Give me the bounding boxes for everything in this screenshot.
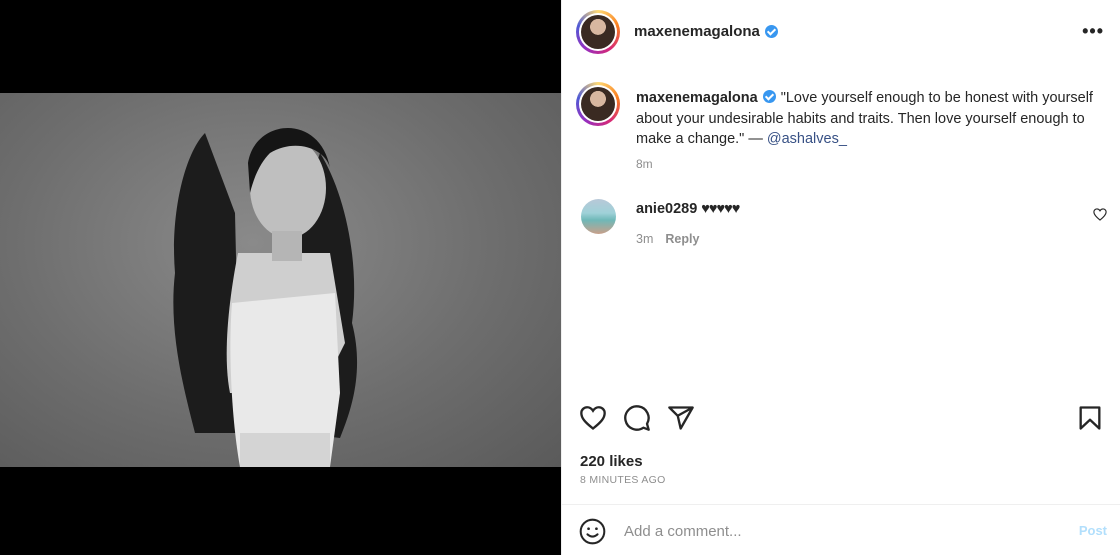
reply-button[interactable]: Reply: [665, 232, 699, 246]
comment-text: ♥♥♥♥♥: [701, 201, 740, 217]
post-caption: maxenemagalona "Love yourself enough to b…: [636, 88, 1096, 150]
post-media-pane: [0, 0, 561, 555]
caption-timestamp: 8m: [636, 157, 653, 171]
save-bookmark-icon[interactable]: [1076, 404, 1106, 434]
caption-mention-link[interactable]: @ashalves_: [767, 131, 847, 147]
portrait-image: [173, 128, 358, 467]
post-actions: [579, 404, 1106, 434]
comment-input[interactable]: [624, 520, 1044, 542]
comment-meta: 3m Reply: [636, 232, 699, 246]
comment-like-icon[interactable]: [1093, 208, 1107, 224]
author-username[interactable]: maxenemagalona: [634, 23, 760, 40]
more-options-icon[interactable]: •••: [1082, 22, 1104, 40]
share-icon[interactable]: [667, 404, 697, 434]
author-header: maxenemagalona: [634, 23, 778, 40]
post-timestamp: 8 MINUTES AGO: [580, 474, 666, 486]
caption-username[interactable]: maxenemagalona: [636, 90, 758, 106]
comment-username[interactable]: anie0289: [636, 201, 697, 217]
post-sidebar: maxenemagalona ••• maxenemagalona "Love y…: [561, 0, 1120, 555]
post-comment-button[interactable]: Post: [1079, 523, 1107, 538]
add-comment-bar: Post: [562, 504, 1120, 555]
verified-badge-icon: [762, 90, 776, 103]
comment: anie0289 ♥♥♥♥♥: [636, 201, 740, 217]
post-photo[interactable]: [0, 93, 561, 467]
caption-author-avatar[interactable]: [576, 82, 620, 126]
likes-count[interactable]: 220 likes: [580, 453, 643, 470]
commenter-avatar[interactable]: [581, 199, 616, 234]
like-icon[interactable]: [579, 404, 609, 434]
verified-badge-icon: [764, 25, 778, 38]
emoji-icon[interactable]: [579, 518, 606, 545]
author-avatar[interactable]: [576, 10, 620, 54]
comment-icon[interactable]: [623, 404, 653, 434]
comment-timestamp: 3m: [636, 232, 654, 246]
